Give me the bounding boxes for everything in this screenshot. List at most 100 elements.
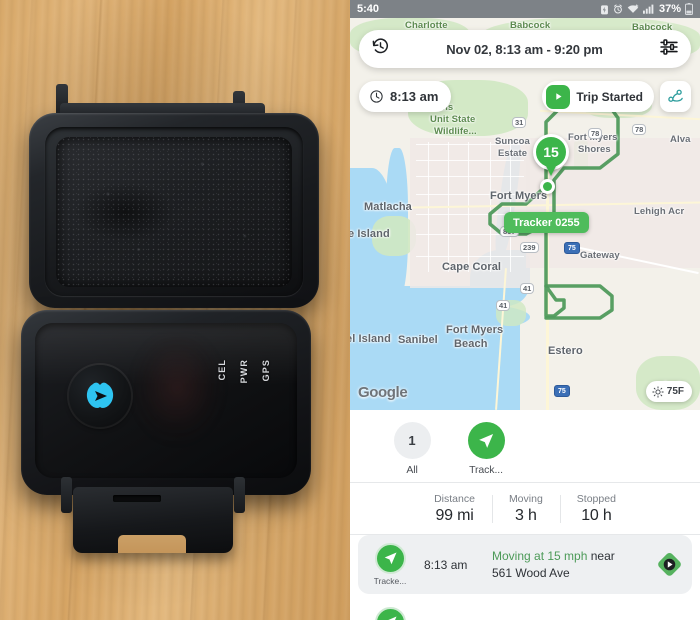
map-canvas[interactable]: Charlotte Babcock Babcock Unit State Wildlif… bbox=[350, 18, 700, 410]
map-route-shield: 239 bbox=[520, 242, 539, 253]
map-place-label: Shores bbox=[578, 144, 611, 155]
history-icon[interactable] bbox=[371, 37, 390, 61]
led-label-cel: CEL bbox=[217, 359, 227, 381]
battery-saver-icon bbox=[600, 4, 609, 15]
status-time: 5:40 bbox=[357, 3, 380, 15]
bottom-sheet: 1 All Track... Distance 99 mi Moving 3 h… bbox=[350, 410, 700, 620]
case-base: CEL PWR GPS bbox=[21, 310, 311, 495]
weather-temp-label: 75F bbox=[666, 386, 684, 397]
case-latch-notch bbox=[118, 535, 186, 553]
battery-percent-label: 37% bbox=[658, 3, 681, 15]
filter-tracker-label: Track... bbox=[469, 464, 503, 476]
wifi-icon bbox=[627, 4, 639, 14]
current-position-marker[interactable] bbox=[540, 179, 555, 194]
route-icon[interactable] bbox=[660, 81, 691, 112]
event-near: near bbox=[587, 549, 615, 564]
map-place-label: Suncoa bbox=[495, 136, 530, 147]
map-place-label: Gateway bbox=[580, 250, 620, 261]
map-place-label: Fort Myers bbox=[490, 190, 548, 202]
navigation-arrow-icon bbox=[467, 422, 505, 459]
hand-reflection bbox=[129, 335, 250, 466]
navigation-arrow-icon bbox=[374, 607, 406, 620]
stat-moving-key: Moving bbox=[508, 493, 543, 505]
sliders-icon[interactable] bbox=[659, 37, 679, 62]
phone-screenshot: Charlotte Babcock Babcock Unit State Wildlif… bbox=[350, 0, 700, 620]
filter-tracker[interactable]: Track... bbox=[460, 422, 512, 476]
battery-icon bbox=[685, 3, 693, 15]
trip-stats-row: Distance 99 mi Moving 3 h Stopped 10 h bbox=[350, 483, 700, 534]
device-led-labels: CEL PWR GPS bbox=[217, 359, 271, 383]
event-list-item[interactable]: Tracke... 8:13 am Moving at 15 mph near … bbox=[358, 535, 692, 594]
signal-icon bbox=[642, 4, 654, 14]
android-status-bar: 5:40 37% bbox=[350, 0, 700, 18]
map-controls-row: 8:13 am Trip Started bbox=[359, 80, 691, 113]
case-base-interior: CEL PWR GPS bbox=[35, 323, 297, 478]
alarm-icon bbox=[613, 4, 623, 14]
led-label-pwr: PWR bbox=[239, 359, 249, 384]
filter-row: 1 All Track... bbox=[350, 410, 700, 482]
event-status: Moving at 15 mph bbox=[492, 549, 588, 564]
stat-stopped: Stopped 10 h bbox=[559, 493, 633, 525]
play-icon[interactable] bbox=[546, 84, 571, 109]
event-device-icon: Tracke... bbox=[366, 607, 414, 620]
map-cluster-marker[interactable]: 15 bbox=[533, 134, 569, 176]
trip-status-label: Trip Started bbox=[576, 89, 643, 104]
case-latch-wing-left bbox=[61, 477, 72, 513]
map-route-shield: 41 bbox=[496, 300, 511, 311]
weather-chip[interactable]: 75F bbox=[645, 381, 692, 402]
event-list-item[interactable]: Tracke... 8:13 am Moving at 28 mph near bbox=[358, 599, 692, 620]
time-chip[interactable]: 8:13 am bbox=[359, 81, 452, 112]
event-list[interactable]: Tracke... 8:13 am Moving at 15 mph near … bbox=[350, 535, 700, 620]
date-range-bar[interactable]: Nov 02, 8:13 am - 9:20 pm bbox=[359, 30, 691, 68]
map-place-label: Unit State bbox=[430, 114, 476, 125]
tracker-device-logo bbox=[69, 365, 131, 427]
stat-distance: Distance 99 mi bbox=[417, 493, 492, 525]
play-diamond-icon[interactable] bbox=[656, 552, 682, 578]
case-latch bbox=[61, 477, 245, 553]
event-action-placeholder bbox=[656, 616, 682, 620]
stat-moving-value: 3 h bbox=[515, 507, 537, 524]
stat-stopped-value: 10 h bbox=[581, 507, 612, 524]
clock-icon bbox=[370, 90, 383, 103]
map-place-label: Estero bbox=[548, 345, 583, 357]
case-latch-wing-right bbox=[234, 477, 245, 513]
filter-all-count: 1 bbox=[393, 422, 431, 459]
trip-status-chip[interactable]: Trip Started bbox=[542, 81, 654, 112]
filter-all[interactable]: 1 All bbox=[386, 422, 438, 476]
case-latch-slot bbox=[113, 495, 161, 502]
sun-icon bbox=[652, 385, 664, 398]
stat-stopped-key: Stopped bbox=[576, 493, 616, 505]
trip-controls-group: Trip Started bbox=[542, 81, 691, 112]
map-place-label: Beach bbox=[454, 338, 488, 350]
screenshot-root: CEL PWR GPS Charlotte Babcock Babcock Un… bbox=[0, 0, 700, 620]
map-place-label: Fort Myers bbox=[446, 324, 504, 336]
product-photo: CEL PWR GPS bbox=[0, 0, 350, 620]
map-place-label: Sanibel bbox=[398, 334, 438, 346]
map-route-shield: 75 bbox=[564, 242, 580, 254]
led-label-gps: GPS bbox=[261, 359, 271, 382]
map-place-label: Matlacha bbox=[364, 201, 412, 213]
google-attribution: Google bbox=[358, 384, 408, 401]
case-foam-insert bbox=[56, 137, 292, 287]
stat-distance-value: 99 mi bbox=[435, 507, 474, 524]
map-place-label: Estate bbox=[498, 148, 528, 159]
tracker-name-badge[interactable]: Tracker 0255 bbox=[504, 212, 589, 233]
event-time: 8:13 am bbox=[424, 557, 468, 572]
navigation-arrow-icon bbox=[374, 543, 406, 574]
event-address: 561 Wood Ave bbox=[492, 565, 570, 580]
map-route-shield: 78 bbox=[632, 124, 647, 135]
map-route-shield: 78 bbox=[588, 128, 603, 139]
map-route-shield: 31 bbox=[512, 117, 527, 128]
time-chip-label: 8:13 am bbox=[390, 89, 439, 104]
event-device-label: Tracke... bbox=[373, 576, 407, 586]
stat-moving: Moving 3 h bbox=[491, 493, 560, 525]
case-lid bbox=[29, 113, 319, 308]
map-place-label: Lehigh Acr bbox=[634, 206, 685, 217]
map-place-label: el Island bbox=[350, 333, 391, 345]
map-place-label: Alva bbox=[670, 134, 691, 145]
map-place-label: Cape Coral bbox=[442, 261, 502, 273]
map-place-label: Wildlife... bbox=[434, 126, 477, 137]
date-range-label: Nov 02, 8:13 am - 9:20 pm bbox=[446, 41, 603, 57]
filter-all-label: All bbox=[406, 464, 418, 476]
tracker-logo-icon bbox=[86, 382, 114, 408]
